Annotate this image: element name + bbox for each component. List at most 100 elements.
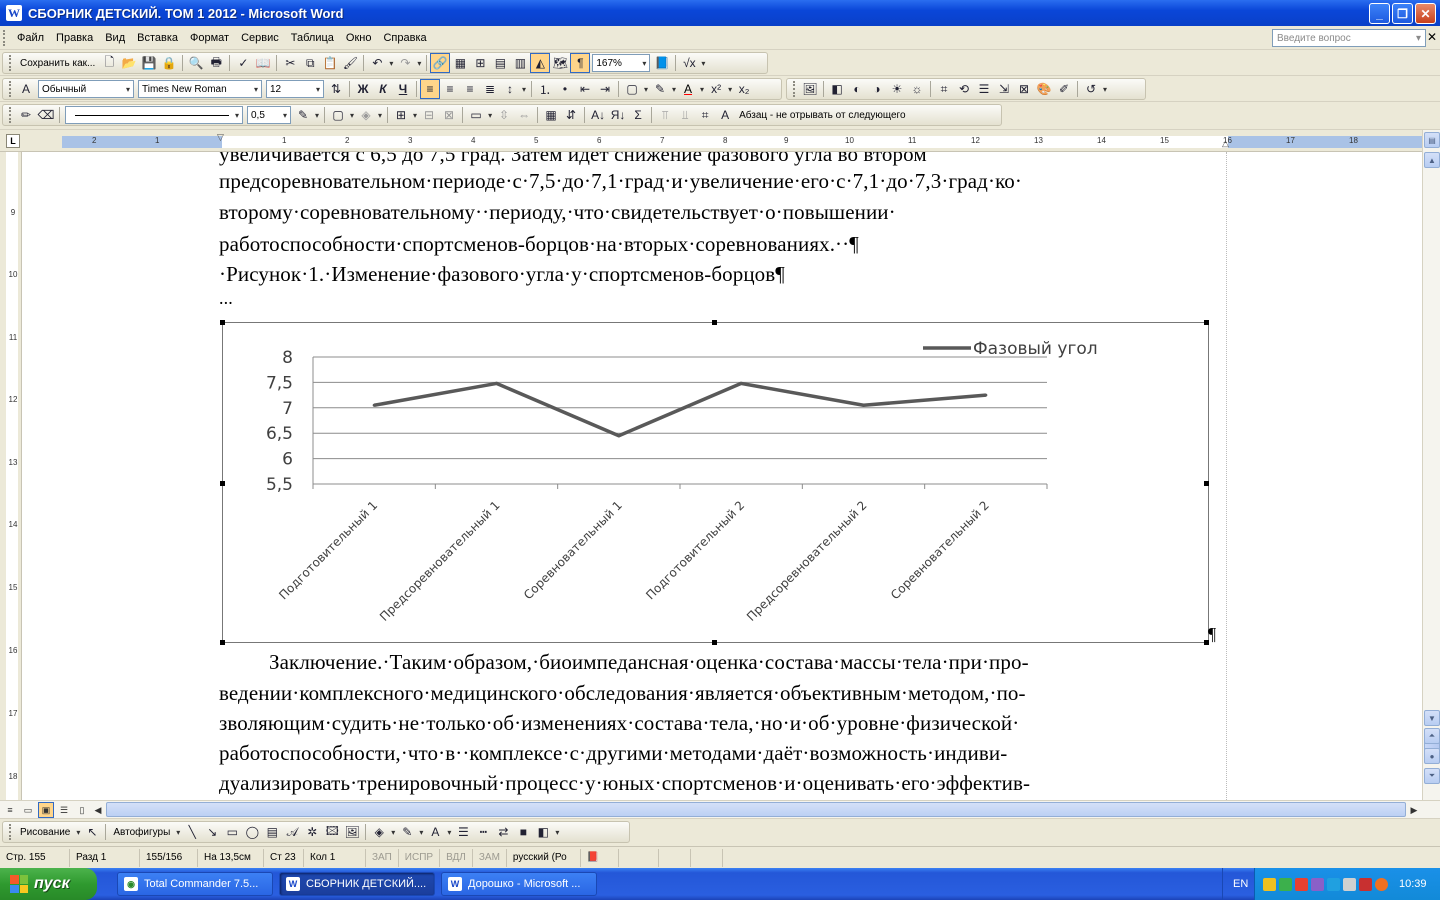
horizontal-scroll-thumb[interactable] <box>106 802 1406 817</box>
subscript-icon[interactable]: x₂ <box>734 79 754 99</box>
resize-handle[interactable] <box>1204 320 1209 325</box>
reading-mode-icon[interactable]: 📘 <box>652 53 672 73</box>
menu-edit[interactable]: Правка <box>50 30 99 46</box>
outside-border-icon[interactable]: ▢ <box>328 105 348 125</box>
tray-app-icon[interactable] <box>1327 877 1340 891</box>
brightness-down-icon[interactable]: ☼ <box>907 79 927 99</box>
menu-insert[interactable]: Вставка <box>131 30 184 46</box>
resize-handle[interactable] <box>220 481 225 486</box>
start-button[interactable]: пуск <box>0 868 97 900</box>
menu-window[interactable]: Окно <box>340 30 378 46</box>
ruler-toggle-icon[interactable]: ▤ <box>1424 132 1440 148</box>
text-wrap-icon[interactable]: ⊠ <box>1014 79 1034 99</box>
menu-view[interactable]: Вид <box>99 30 131 46</box>
chevron-down-icon[interactable]: ▾ <box>1416 33 1421 44</box>
ask-question-input[interactable]: Введите вопрос ▾ <box>1272 29 1426 47</box>
insert-table-menu-icon[interactable]: ⊞ <box>391 105 411 125</box>
arrow-style-icon[interactable]: ⇄ <box>493 822 513 842</box>
styles-icon[interactable]: A <box>715 105 735 125</box>
resize-handle[interactable] <box>220 640 225 645</box>
spelling-status-icon[interactable]: 📕 <box>581 848 619 867</box>
task-word-doroshko[interactable]: W Дорошко - Microsoft ... <box>441 872 597 896</box>
distribute-rows-icon[interactable]: ⇳ <box>494 105 514 125</box>
color-icon[interactable]: ◧ <box>827 79 847 99</box>
set-transparent-icon[interactable]: ✐ <box>1054 79 1074 99</box>
tray-app-icon[interactable] <box>1375 877 1388 891</box>
font-size-select[interactable]: 12 ▾ <box>266 80 324 98</box>
new-document-icon[interactable]: 🗋 <box>99 53 119 73</box>
horizontal-scrollbar[interactable]: ≡ ▭ ▣ ☰ ▯ ◀ ▶ <box>0 800 1440 818</box>
table-props-icon[interactable]: ⫪ <box>655 105 675 125</box>
cell-align-icon[interactable]: ▭ <box>466 105 486 125</box>
chart-object[interactable]: 8 7,5 7 6,5 6 5,5 Подготовительный 1 Предсоревн… <box>222 322 1209 643</box>
increase-indent-icon[interactable]: ⇥ <box>595 79 615 99</box>
right-indent-marker[interactable]: △ <box>1222 138 1229 149</box>
paragraph-style-label[interactable]: Абзац - не отрывать от следующего <box>735 110 909 121</box>
tray-network-icon[interactable] <box>1279 877 1292 891</box>
tray-app-icon[interactable] <box>1311 877 1324 891</box>
document-page[interactable]: увеличивается с 6,5 до 7,5 град. Затем и… <box>22 152 1422 800</box>
scroll-right-button[interactable]: ▶ <box>1406 802 1422 818</box>
font-color-icon[interactable]: A <box>678 79 698 99</box>
sort-desc-icon[interactable]: Я↓ <box>608 105 628 125</box>
hyperlink-icon[interactable]: 🔗 <box>430 53 451 73</box>
line-tool-icon[interactable]: ╲ <box>182 822 202 842</box>
line-spacing-icon[interactable]: ↕ <box>500 79 520 99</box>
copy-icon[interactable]: ⧉ <box>300 53 320 73</box>
print-preview-icon[interactable]: 🔍 <box>186 53 206 73</box>
resize-handle[interactable] <box>712 640 717 645</box>
shadow-icon[interactable]: ■ <box>513 822 533 842</box>
bullets-icon[interactable]: • <box>555 79 575 99</box>
tab-selector[interactable]: L <box>6 134 20 148</box>
format-painter-icon[interactable]: 🖌 <box>340 53 360 73</box>
highlight-icon[interactable]: ✎ <box>650 79 670 99</box>
rectangle-tool-icon[interactable]: ▭ <box>222 822 242 842</box>
drawing-menu-button[interactable]: Рисование <box>16 827 74 838</box>
outline-view-icon[interactable]: ☰ <box>56 802 72 818</box>
autosum-icon[interactable]: Σ <box>628 105 648 125</box>
textbox-tool-icon[interactable]: ▤ <box>262 822 282 842</box>
save-as-button[interactable]: Сохранить как... <box>16 58 99 69</box>
oval-tool-icon[interactable]: ◯ <box>242 822 262 842</box>
status-ovr[interactable]: ЗАМ <box>473 848 507 867</box>
contrast-down-icon[interactable]: ◑ <box>867 79 887 99</box>
word-app-icon[interactable]: W <box>6 5 22 21</box>
clipart-icon[interactable]: 🖾 <box>322 822 342 842</box>
redo-icon[interactable]: ↷ <box>395 53 415 73</box>
decrease-indent-icon[interactable]: ⇤ <box>575 79 595 99</box>
line-style-icon[interactable]: ☰ <box>974 79 994 99</box>
select-objects-icon[interactable]: ↖ <box>82 822 102 842</box>
left-indent-marker[interactable]: ▽ <box>217 132 224 143</box>
task-total-commander[interactable]: ◉ Total Commander 7.5... <box>117 872 273 896</box>
compress-icon[interactable]: ⇲ <box>994 79 1014 99</box>
paste-icon[interactable]: 📋 <box>320 53 340 73</box>
line-weight-select[interactable]: 0,5 ▾ <box>247 106 291 124</box>
align-left-icon[interactable]: ≡ <box>420 79 440 99</box>
shading-icon[interactable]: ◈ <box>356 105 376 125</box>
autoformat-table-icon[interactable]: ▦ <box>541 105 561 125</box>
normal-view-icon[interactable]: ≡ <box>2 802 18 818</box>
scroll-down-button[interactable]: ▼ <box>1424 710 1440 726</box>
style-select[interactable]: Обычный ▾ <box>38 80 134 98</box>
tray-volume-icon[interactable] <box>1343 877 1356 891</box>
insert-excel-icon[interactable]: ▤ <box>490 53 510 73</box>
resize-handle[interactable] <box>220 320 225 325</box>
show-hide-marks-icon[interactable]: ¶ <box>570 53 591 73</box>
justify-icon[interactable]: ≣ <box>480 79 500 99</box>
save-icon[interactable]: 💾 <box>139 53 159 73</box>
prev-page-button[interactable]: ⏶ <box>1424 728 1440 744</box>
text-direction-icon[interactable]: ⇵ <box>561 105 581 125</box>
border-color-icon[interactable]: ✎ <box>293 105 313 125</box>
resize-handle[interactable] <box>712 320 717 325</box>
menu-grip[interactable] <box>3 29 7 46</box>
insert-table-icon[interactable]: ⊞ <box>470 53 490 73</box>
autoshapes-menu-button[interactable]: Автофигуры <box>109 827 174 838</box>
close-doc-icon[interactable]: ✕ <box>1427 30 1437 44</box>
tray-app-icon[interactable] <box>1359 877 1372 891</box>
dash-style-icon[interactable]: ┅ <box>473 822 493 842</box>
horizontal-ruler[interactable]: L 2 1 1 2 3 4 5 6 7 8 9 10 11 12 13 14 1… <box>0 130 1440 152</box>
open-folder-icon[interactable]: 📂 <box>119 53 139 73</box>
distribute-cols-icon[interactable]: ⇔ <box>514 105 534 125</box>
superscript-icon[interactable]: x² <box>706 79 726 99</box>
rotate-icon[interactable]: ⟲ <box>954 79 974 99</box>
